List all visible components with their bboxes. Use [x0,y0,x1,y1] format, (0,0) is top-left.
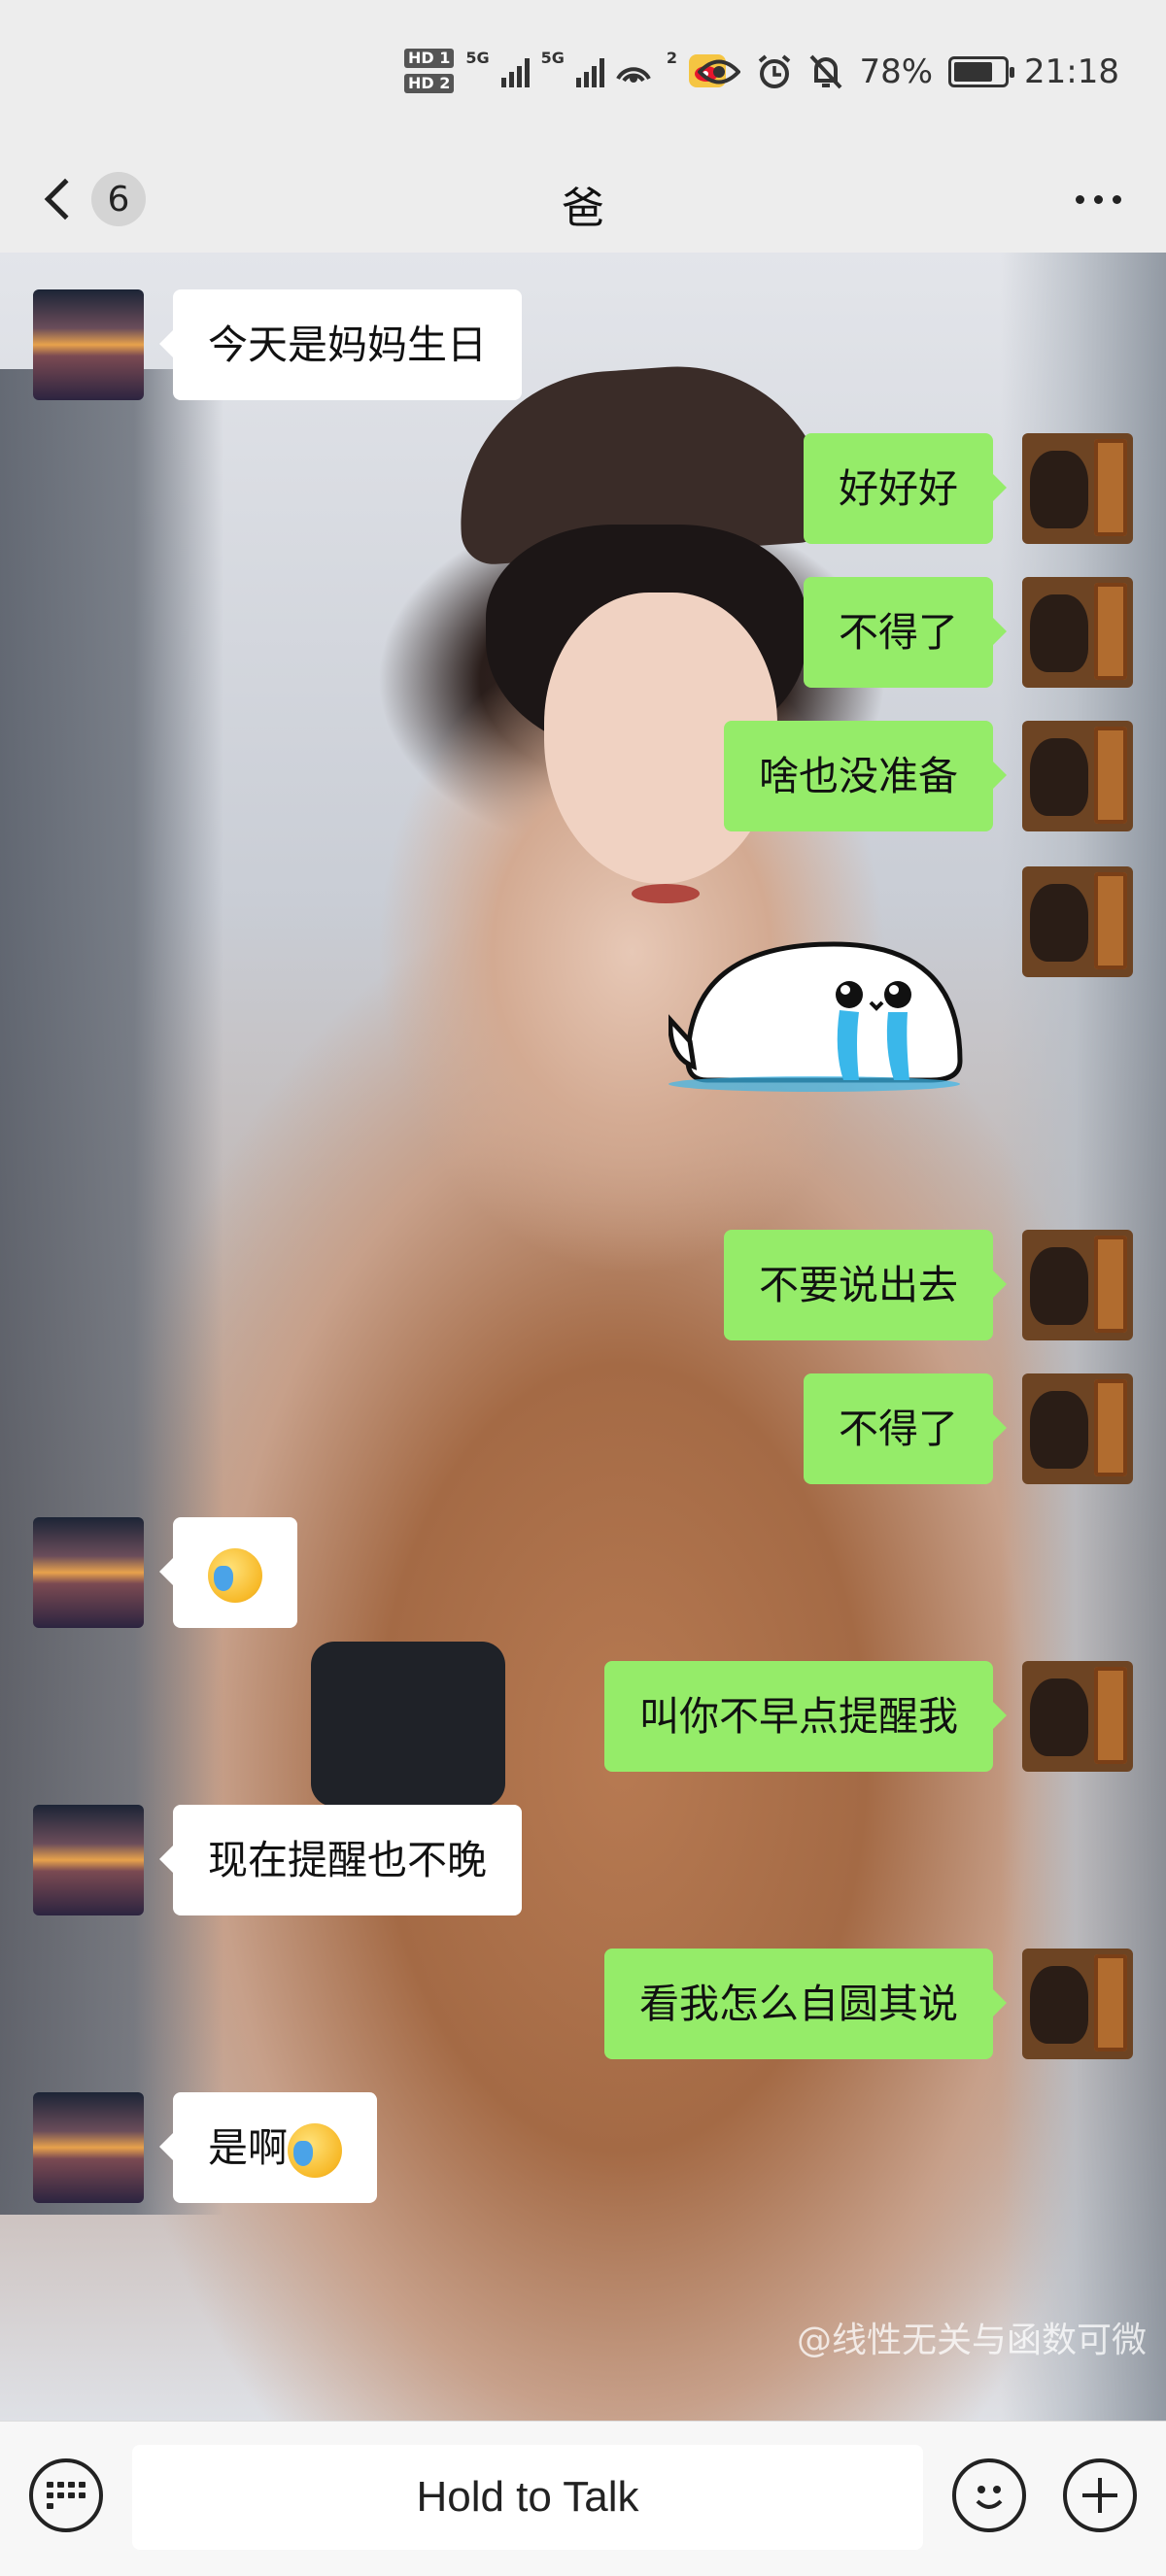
message-row [33,1517,297,1628]
chat-header: 6 爸 [0,146,1166,253]
facepalm-crying-emoji [208,1548,262,1603]
wifi-hotspot-icon [616,67,651,83]
message-bubble[interactable]: 啥也没准备 [724,721,1007,831]
status-bar: HD 1 HD 2 5G 5G 2 78% 21:18 [0,0,1166,146]
mute-bell-icon [809,54,842,89]
network-5g-label-1: 5G [465,49,490,67]
more-icon [1076,194,1084,204]
clock: 21:18 [1024,52,1119,91]
hotspot-count: 2 [666,49,678,67]
self-avatar[interactable] [1022,1230,1133,1340]
message-text: 是啊 [208,2124,288,2171]
hold-to-talk-button[interactable]: Hold to Talk [132,2445,923,2550]
status-left-icons: HD 1 HD 2 5G 5G 2 [404,49,727,93]
message-row: 现在提醒也不晚 [33,1805,522,1915]
message-bubble[interactable]: 看我怎么自圆其说 [604,1949,1007,2059]
contact-avatar[interactable] [33,289,144,400]
message-row: 是啊 [33,2092,377,2203]
crying-seal-sticker[interactable] [669,925,972,1100]
emoji-button[interactable] [952,2458,1026,2532]
hd2-badge: HD 2 [404,74,455,93]
contact-avatar[interactable] [33,1805,144,1915]
signal-bars-icon-1 [500,54,530,87]
background-watermark: @线性无关与函数可微 [796,2321,1147,2360]
message-bubble[interactable]: 不得了 [804,1373,1007,1484]
self-avatar[interactable] [1022,866,1133,977]
background-car-seat [0,369,223,2215]
self-avatar[interactable] [1022,577,1133,688]
message-bubble[interactable]: 好好好 [804,433,1007,544]
message-bubble[interactable]: 不要说出去 [724,1230,1007,1340]
hd-indicators: HD 1 HD 2 [404,49,455,93]
facepalm-crying-emoji [288,2123,342,2178]
self-avatar[interactable] [1022,1373,1133,1484]
self-avatar[interactable] [1022,1661,1133,1772]
message-row: 叫你不早点提醒我 [604,1661,1133,1772]
message-row: 不得了 [804,577,1133,688]
more-button[interactable] [1076,185,1121,214]
self-avatar[interactable] [1022,1949,1133,2059]
message-bubble[interactable] [159,1517,297,1628]
message-row: 不要说出去 [724,1230,1133,1340]
battery-percent: 78% [859,52,934,91]
self-avatar[interactable] [1022,433,1133,544]
message-row: 啥也没准备 [724,721,1133,831]
input-bar: Hold to Talk [0,2421,1166,2576]
background-lips [632,884,700,903]
message-row: 看我怎么自圆其说 [604,1949,1133,2059]
message-bubble[interactable]: 今天是妈妈生日 [159,289,522,400]
message-row [1022,866,1133,977]
self-avatar[interactable] [1022,721,1133,831]
keyboard-toggle-button[interactable] [29,2458,103,2532]
message-row: 今天是妈妈生日 [33,289,522,400]
message-bubble[interactable]: 现在提醒也不晚 [159,1805,522,1915]
alarm-icon [759,54,791,88]
message-bubble[interactable]: 是啊 [159,2092,377,2203]
background-phone [311,1642,505,1807]
battery-icon [948,56,1015,87]
network-5g-label-2: 5G [540,49,565,67]
emoji-icon [976,2486,1003,2509]
chat-title: 爸 [562,184,604,233]
hd1-badge: HD 1 [404,49,455,68]
more-actions-button[interactable] [1063,2458,1137,2532]
keyboard-icon [47,2482,86,2509]
signal-bars-icon-2 [575,54,604,87]
message-row: 好好好 [804,433,1133,544]
message-row: 不得了 [804,1373,1133,1484]
contact-avatar[interactable] [33,1517,144,1628]
message-bubble[interactable]: 不得了 [804,577,1007,688]
status-right-icons: 78% 21:18 [698,52,1119,91]
eye-icon [698,59,741,85]
message-bubble[interactable]: 叫你不早点提醒我 [604,1661,1007,1772]
contact-avatar[interactable] [33,2092,144,2203]
